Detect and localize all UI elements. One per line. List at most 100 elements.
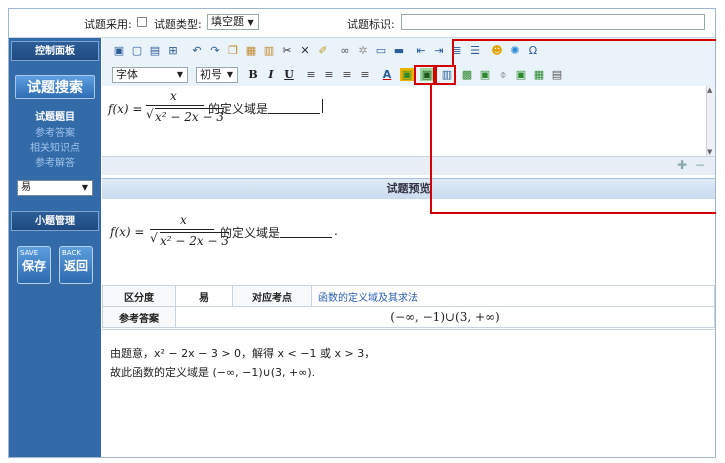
editor-sqrt-icon: √ xyxy=(146,107,154,121)
insert-media-icon[interactable]: ▣ xyxy=(478,68,492,81)
preview-blank xyxy=(280,225,332,238)
solution-line-1: 由题意，x² − 2x − 3 > 0，解得 x < −1 或 x > 3， xyxy=(110,347,376,360)
sidebar-item-answer[interactable]: 参考答案 xyxy=(9,124,101,139)
font-family-value: 字体 xyxy=(116,68,138,81)
omega-icon[interactable]: Ω xyxy=(526,44,540,57)
difficulty-select[interactable]: 易 ▼ xyxy=(17,180,93,196)
insert-picture-icon[interactable]: ▩ xyxy=(460,68,474,81)
clean-format-icon[interactable]: ✐ xyxy=(316,44,330,57)
scroll-up-icon[interactable]: ▲ xyxy=(707,86,712,94)
editor-scrollbar[interactable]: ▲ ▼ xyxy=(706,86,715,156)
back-button[interactable]: BACK 返回 xyxy=(59,246,93,284)
font-color-icon[interactable]: A xyxy=(380,68,394,81)
preview-formula-lhs: f(x) = xyxy=(110,225,145,239)
question-editor[interactable]: f(x) = x √ x² − 2x − 3 的定义域是 xyxy=(102,86,706,156)
preview-fraction-bar xyxy=(150,229,214,230)
paste-text-icon[interactable]: ▥ xyxy=(262,44,276,57)
preview-formula-radicand: x² − 2x − 3 xyxy=(160,232,229,248)
indent-icon[interactable]: ⇥ xyxy=(432,44,446,57)
solution-line-2: 故此函数的定义域是 (−∞, −1)∪(3, +∞). xyxy=(110,366,316,379)
redo-icon[interactable]: ↷ xyxy=(208,44,222,57)
preview-suffix: 的定义域是 xyxy=(220,226,281,240)
control-panel-title: 控制面板 xyxy=(11,41,99,61)
difficulty-label: 区分度 xyxy=(102,285,176,307)
usage-label: 试题采用: xyxy=(84,18,132,31)
info-table: 区分度 易 对应考点 函数的定义域及其求法 参考答案 (−∞, −1)∪(3, … xyxy=(102,285,715,328)
preview-icon[interactable]: ▤ xyxy=(148,44,162,57)
emoticon-icon[interactable]: ☻ xyxy=(490,44,504,57)
solution-divider xyxy=(102,329,715,330)
question-type-select[interactable]: 填空题 ▼ xyxy=(207,14,259,30)
save-label: 保存 xyxy=(21,259,46,273)
outdent-icon[interactable]: ⇤ xyxy=(414,44,428,57)
knowledge-link[interactable]: 函数的定义域及其求法 xyxy=(311,285,715,307)
fraction-bar xyxy=(146,105,204,106)
chevron-down-icon: ▼ xyxy=(226,70,233,79)
top-bar: 试题采用: 试题类型: 填空题 ▼ 试题标识: xyxy=(9,9,715,38)
undo-icon[interactable]: ↶ xyxy=(190,44,204,57)
sub-question-panel-title: 小题管理 xyxy=(11,211,99,231)
paste-icon[interactable]: ▦ xyxy=(244,44,258,57)
align-center-icon[interactable]: ≡ xyxy=(322,68,336,81)
preview-formula-numerator: x xyxy=(180,213,187,227)
attachment-icon[interactable]: ⌽ xyxy=(496,68,510,81)
align-justify-icon[interactable]: ≡ xyxy=(358,68,372,81)
callout-line-bottom xyxy=(430,212,716,214)
save-button[interactable]: SAVE 保存 xyxy=(17,246,51,284)
cut-icon[interactable]: ✂ xyxy=(280,44,294,57)
bold-icon[interactable]: B xyxy=(246,68,260,81)
font-size-select[interactable]: 初号 ▼ xyxy=(196,67,238,83)
sidebar: 控制面板 试题搜索 试题题目 参考答案 相关知识点 参考解答 易 ▼ 小题管理 … xyxy=(9,38,101,457)
back-label: 返回 xyxy=(63,259,88,273)
usage-checkbox[interactable] xyxy=(137,17,147,27)
collapse-icon[interactable]: − xyxy=(695,158,705,172)
preview-header: 试题预览 xyxy=(102,178,715,200)
expand-icon[interactable]: ✚ xyxy=(677,158,687,172)
highlight-box-image xyxy=(414,65,435,85)
font-size-value: 初号 xyxy=(200,68,222,81)
tag-label: 试题标识: xyxy=(347,18,395,31)
callout-line-top xyxy=(452,39,716,41)
fullscreen-icon[interactable]: ⊞ xyxy=(166,44,180,57)
source-code-icon[interactable]: ▤ xyxy=(550,68,564,81)
italic-icon[interactable]: I xyxy=(264,68,278,81)
insert-flash-icon[interactable]: ▣ xyxy=(514,68,528,81)
link-icon[interactable]: ∞ xyxy=(338,44,352,57)
difficulty-select-value: 易 xyxy=(21,182,31,193)
align-right-icon[interactable]: ≡ xyxy=(340,68,354,81)
delete-icon[interactable]: ✕ xyxy=(298,44,312,57)
unlink-icon[interactable]: ✲ xyxy=(356,44,370,57)
insert-image-icon[interactable]: ▣ xyxy=(400,68,414,81)
underline-icon[interactable]: U xyxy=(282,68,296,81)
copy-icon[interactable]: ❐ xyxy=(226,44,240,57)
scroll-down-icon[interactable]: ▼ xyxy=(707,148,712,156)
callout-line-top-vertical xyxy=(452,39,454,65)
sidebar-item-solution[interactable]: 参考解答 xyxy=(9,154,101,169)
knowledge-label: 对应考点 xyxy=(232,285,312,307)
difficulty-value: 易 xyxy=(175,285,233,307)
unordered-list-icon[interactable]: ☰ xyxy=(468,44,482,57)
insert-table-icon[interactable]: ▦ xyxy=(532,68,546,81)
text-cursor xyxy=(322,99,323,113)
table-row: 参考答案 (−∞, −1)∪(3, +∞) xyxy=(102,306,715,328)
editor-formula-numerator: x xyxy=(170,89,177,103)
horizontal-rule-icon[interactable]: ▬ xyxy=(392,44,406,57)
editor-formula-lhs: f(x) = xyxy=(108,102,143,116)
special-icon[interactable]: ✺ xyxy=(508,44,522,57)
answer-label: 参考答案 xyxy=(102,306,176,328)
sidebar-item-question[interactable]: 试题题目 xyxy=(9,108,101,123)
question-search-button[interactable]: 试题搜索 xyxy=(15,75,95,99)
align-left-icon[interactable]: ≡ xyxy=(304,68,318,81)
sidebar-item-knowledge[interactable]: 相关知识点 xyxy=(9,139,101,154)
chevron-down-icon: ▼ xyxy=(81,183,88,192)
tag-input[interactable] xyxy=(401,14,705,30)
back-small-label: BACK xyxy=(62,249,81,257)
table-icon[interactable]: ▭ xyxy=(374,44,388,57)
type-label: 试题类型: xyxy=(154,18,202,31)
preview-sqrt-icon: √ xyxy=(150,231,158,245)
callout-line-left-vertical xyxy=(430,85,432,213)
save-icon[interactable]: ▣ xyxy=(112,44,126,57)
new-doc-icon[interactable]: ▢ xyxy=(130,44,144,57)
font-family-select[interactable]: 字体 ▼ xyxy=(112,67,188,83)
editor-toolbar-row-2: 字体 ▼ 初号 ▼ B I U ≡ ≡ ≡ ≡ A ▣ ▣ ▥ ▩ ▣ ⌽ ▣ … xyxy=(102,64,715,87)
